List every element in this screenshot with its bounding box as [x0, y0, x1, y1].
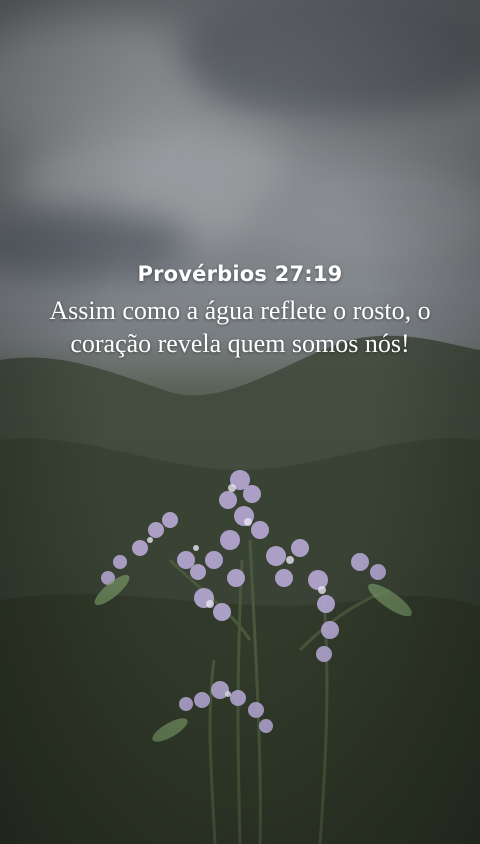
verse-text: Assim como a água reflete o rosto, o cor… [49, 296, 431, 358]
verse-reference: Provérbios 27:19 [137, 262, 343, 286]
verse-card: Provérbios 27:19 Assim como a água refle… [20, 262, 460, 360]
wildflower-illustration [94, 470, 412, 844]
background-photo: Provérbios 27:19 Assim como a água refle… [0, 0, 480, 844]
